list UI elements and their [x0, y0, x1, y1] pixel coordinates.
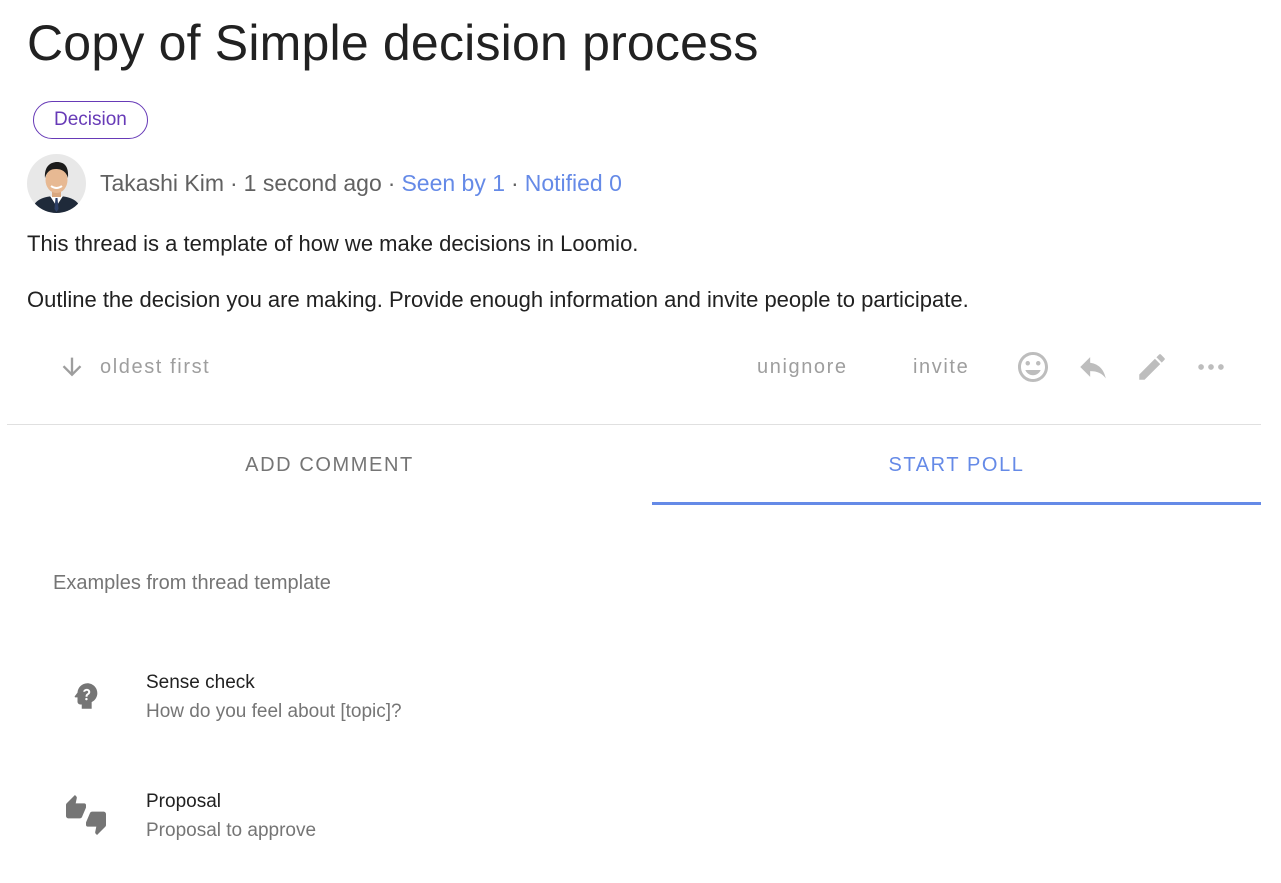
- sort-order-button[interactable]: oldest first: [58, 353, 210, 381]
- tab-start-poll[interactable]: START POLL: [652, 425, 1261, 505]
- reply-button[interactable]: [1075, 349, 1111, 385]
- thread-meta: Takashi Kim · 1 second ago · Seen by 1 ·…: [27, 153, 622, 213]
- emoji-icon: [1018, 352, 1048, 382]
- head-question-icon: [66, 676, 106, 716]
- thread-title: Copy of Simple decision process: [27, 15, 759, 71]
- notified-link[interactable]: Notified 0: [525, 170, 622, 197]
- seen-by-link[interactable]: Seen by 1: [401, 170, 505, 197]
- poll-template-subtitle: How do you feel about [topic]?: [146, 701, 402, 722]
- avatar[interactable]: [27, 153, 86, 213]
- timestamp[interactable]: 1 second ago: [244, 170, 382, 197]
- more-icon: [1198, 364, 1224, 370]
- thumbs-up-down-icon: [66, 795, 106, 835]
- react-button[interactable]: [1015, 349, 1051, 385]
- arrow-down-icon: [62, 357, 82, 377]
- sort-order-label: oldest first: [100, 355, 211, 378]
- tag-chip[interactable]: Decision: [33, 101, 148, 139]
- poll-templates-header: Examples from thread template: [53, 572, 331, 594]
- poll-template-title: Proposal: [146, 791, 221, 812]
- author-name[interactable]: Takashi Kim: [100, 170, 224, 197]
- poll-template-proposal[interactable]: Proposal Proposal to approve: [0, 775, 1281, 855]
- edit-icon: [1139, 354, 1165, 380]
- poll-template-sense-check[interactable]: Sense check How do you feel about [topic…: [0, 656, 1281, 736]
- more-actions-button[interactable]: [1193, 349, 1229, 385]
- tab-add-comment[interactable]: ADD COMMENT: [7, 425, 652, 505]
- thread-description-paragraph: Outline the decision you are making. Pro…: [27, 287, 969, 312]
- thread-description-paragraph: This thread is a template of how we make…: [27, 231, 639, 256]
- poll-template-title: Sense check: [146, 672, 255, 693]
- invite-button[interactable]: invite: [913, 356, 969, 379]
- edit-button[interactable]: [1134, 349, 1170, 385]
- active-tab-indicator: [652, 502, 1261, 505]
- meta-separator: ·: [511, 169, 519, 196]
- reply-icon: [1080, 357, 1106, 379]
- poll-template-subtitle: Proposal to approve: [146, 820, 317, 841]
- meta-separator: ·: [229, 169, 238, 196]
- meta-separator: ·: [387, 169, 396, 196]
- thread-actions-bar: oldest first unignore invite: [0, 340, 1281, 396]
- unignore-button[interactable]: unignore: [757, 356, 848, 379]
